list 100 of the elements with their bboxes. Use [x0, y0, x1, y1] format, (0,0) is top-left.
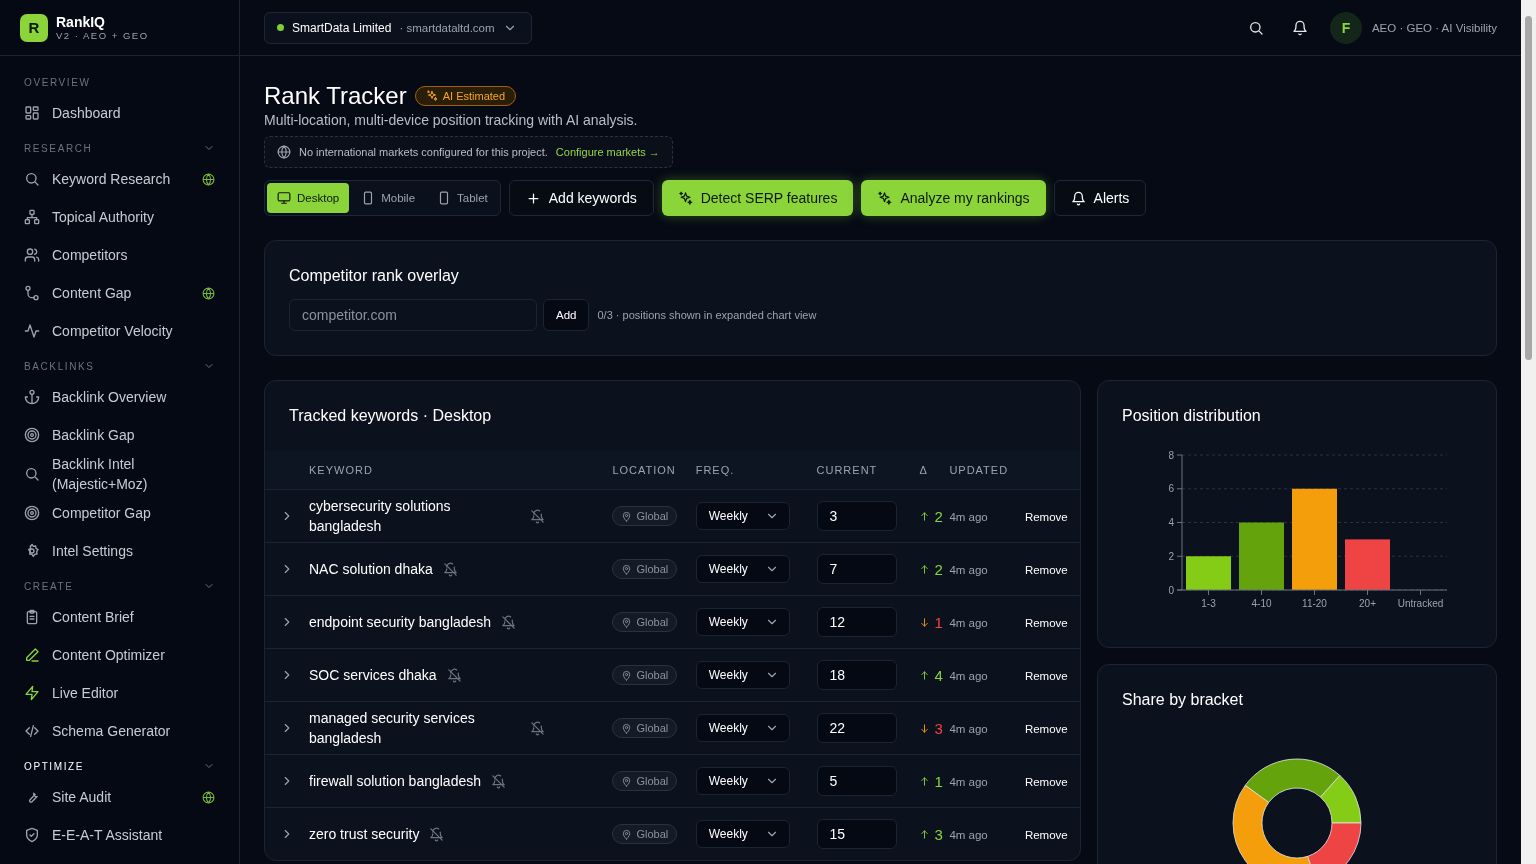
updated-time: 4m ago: [949, 829, 988, 841]
sidebar-item[interactable]: Content Optimizer: [0, 636, 239, 674]
sidebar-item[interactable]: Content Brief: [0, 598, 239, 636]
frequency-dropdown[interactable]: Weekly: [695, 767, 790, 795]
sidebar-item[interactable]: Keyword Research: [0, 160, 239, 198]
updated-time: 4m ago: [949, 564, 988, 576]
section-heading: CREATE: [24, 580, 74, 592]
sparkle-icon: [677, 190, 693, 206]
sidebar-item[interactable]: Live Editor: [0, 674, 239, 712]
column-header: FREQ.: [695, 464, 735, 476]
app-name: RankIQ: [56, 14, 106, 30]
location-tag: Global: [612, 612, 678, 632]
column-header: LOCATION: [612, 464, 676, 476]
project-selector[interactable]: SmartData Limited · smartdataltd.com: [264, 11, 532, 44]
user-avatar[interactable]: F: [1329, 11, 1362, 44]
sidebar-item[interactable]: Competitors: [0, 236, 239, 274]
updated-time: 4m ago: [949, 670, 988, 682]
y-axis: 0 2 4 6 8: [1168, 449, 1183, 596]
location-tag: Global: [612, 559, 678, 579]
competitor-input-field[interactable]: competitor.com: [289, 299, 537, 331]
device-tab[interactable]: Mobile: [351, 183, 426, 213]
keyword-text: endpoint security bangladesh: [309, 613, 492, 632]
location-tag: Global: [612, 771, 678, 791]
arrow-up-icon: [919, 775, 931, 787]
app-version: V2 · AEO + GEO: [56, 30, 149, 41]
section-heading: RESEARCH: [24, 142, 93, 154]
x-tick-label: 11-20: [1302, 598, 1328, 609]
scrollbar[interactable]: [1521, 0, 1536, 864]
updated-time: 4m ago: [949, 511, 988, 523]
bell-icon: [1070, 190, 1086, 206]
bell-off-icon: [446, 667, 462, 683]
action-button[interactable]: Detect SERP features: [661, 180, 854, 216]
sidebar-item[interactable]: Backlink Gap: [0, 416, 239, 454]
frequency-dropdown[interactable]: Weekly: [695, 820, 790, 848]
remove-link[interactable]: Remove: [1024, 511, 1068, 523]
sidebar-item[interactable]: Site Audit: [0, 778, 239, 816]
globe-icon: [277, 145, 291, 159]
action-button[interactable]: Alerts: [1053, 180, 1147, 216]
sidebar-item[interactable]: Content Gap: [0, 274, 239, 312]
remove-link[interactable]: Remove: [1024, 723, 1068, 735]
user-tagline: AEO · GEO · AI Visibility: [1371, 21, 1497, 34]
plus-icon: [525, 190, 541, 206]
sidebar-item[interactable]: Competitor Velocity: [0, 312, 239, 350]
sidebar-item[interactable]: Backlink Overview: [0, 378, 239, 416]
frequency-dropdown[interactable]: Weekly: [695, 661, 790, 689]
position-change: 4: [919, 666, 950, 684]
y-tick-label: 2: [1168, 550, 1175, 562]
bell-off-icon: [530, 720, 545, 736]
remove-link[interactable]: Remove: [1024, 829, 1068, 841]
card-title: Tracked keywords · Desktop: [288, 406, 493, 426]
map-pin-icon: [621, 510, 633, 522]
frequency-dropdown[interactable]: Weekly: [695, 608, 790, 636]
x-tick-label: 20+: [1359, 598, 1377, 609]
frequency-dropdown[interactable]: Weekly: [695, 555, 790, 583]
arrow-up-icon: [919, 510, 931, 522]
sidebar-item[interactable]: Competitor Gap: [0, 494, 239, 532]
location-tag: Global: [612, 665, 678, 685]
sidebar-item[interactable]: E-E-A-T Assistant: [0, 816, 239, 854]
keyword-text: zero trust security: [309, 825, 420, 844]
frequency-dropdown[interactable]: Weekly: [695, 714, 790, 742]
device-tab[interactable]: Desktop: [267, 183, 350, 213]
y-tick-label: 6: [1168, 483, 1175, 495]
notifications-button[interactable]: [1291, 19, 1308, 36]
remove-link[interactable]: Remove: [1024, 564, 1068, 576]
configure-markets-link[interactable]: Configure markets →: [555, 146, 660, 158]
search-button[interactable]: [1247, 19, 1264, 36]
section-heading: OPTIMIZE: [24, 760, 85, 772]
device-tab[interactable]: Tablet: [427, 183, 498, 213]
sparkle-icon: [877, 190, 893, 206]
add-button[interactable]: Add: [543, 299, 590, 331]
position-input-field[interactable]: 12: [816, 607, 897, 637]
position-input-field[interactable]: 15: [816, 819, 897, 849]
sidebar-item[interactable]: Dashboard: [0, 94, 239, 132]
sidebar-item[interactable]: Backlink Intel (Majestic+Moz): [0, 454, 239, 494]
sidebar-item[interactable]: Schema Generator: [0, 712, 239, 750]
action-button[interactable]: Analyze my rankings: [861, 180, 1046, 216]
y-tick-label: 8: [1168, 449, 1175, 461]
sparkle-icon: [425, 90, 438, 102]
remove-link[interactable]: Remove: [1024, 776, 1068, 788]
bell-off-icon: [501, 614, 517, 630]
sidebar-item[interactable]: Intel Settings: [0, 532, 239, 570]
bell-off-icon: [442, 561, 458, 577]
y-tick-label: 0: [1168, 584, 1175, 596]
arrow-up-icon: [919, 828, 931, 840]
frequency-dropdown[interactable]: Weekly: [695, 502, 790, 530]
section-heading: BACKLINKS: [24, 360, 95, 372]
position-input-field[interactable]: 22: [816, 713, 897, 743]
action-button[interactable]: Add keywords: [508, 180, 654, 216]
position-input-field[interactable]: 18: [816, 660, 897, 690]
sidebar-item[interactable]: Topical Authority: [0, 198, 239, 236]
remove-link[interactable]: Remove: [1024, 617, 1068, 629]
remove-link[interactable]: Remove: [1024, 670, 1068, 682]
position-input-field[interactable]: 5: [816, 766, 897, 796]
column-header: KEYWORD: [309, 464, 373, 476]
position-input-field[interactable]: 7: [816, 554, 897, 584]
app-logo: R: [20, 13, 48, 42]
map-pin-icon: [621, 828, 633, 840]
location-tag: Global: [612, 718, 678, 738]
arrow-up-icon: [919, 669, 931, 681]
position-input-field[interactable]: 3: [816, 501, 897, 531]
